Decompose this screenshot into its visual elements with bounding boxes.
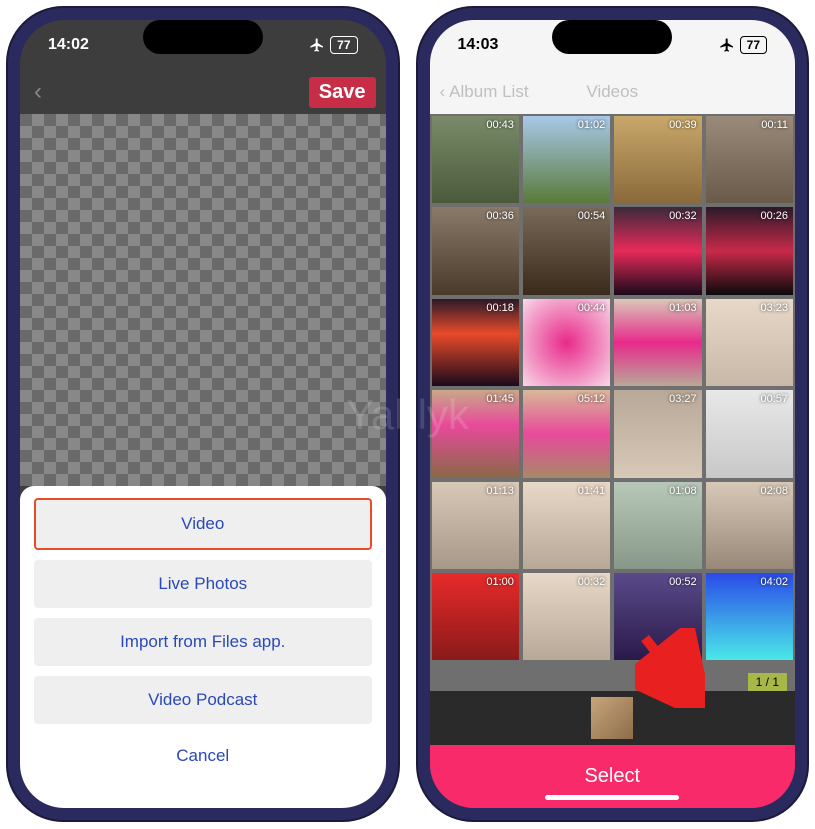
screen-video-picker: 14:03 77 ‹ Album List Videos 00:4301:020… — [430, 20, 796, 808]
video-thumbnail[interactable]: 01:45 — [432, 390, 519, 477]
video-thumbnail[interactable]: 01:13 — [432, 482, 519, 569]
chevron-left-icon: ‹ — [440, 82, 446, 102]
video-thumbnail[interactable]: 01:41 — [523, 482, 610, 569]
video-duration: 01:41 — [578, 485, 606, 497]
video-thumbnail[interactable]: 01:08 — [614, 482, 701, 569]
video-duration: 00:32 — [669, 210, 697, 222]
selection-bar: 1 / 1 — [430, 691, 796, 745]
status-right: 77 — [719, 36, 767, 54]
airplane-icon — [309, 37, 325, 53]
sheet-cancel-button[interactable]: Cancel — [34, 734, 372, 778]
video-duration: 03:27 — [669, 393, 697, 405]
sheet-option-video[interactable]: Video — [34, 498, 372, 550]
video-duration: 00:11 — [761, 119, 788, 131]
video-duration: 00:57 — [760, 393, 788, 405]
video-thumbnail[interactable]: 01:02 — [523, 116, 610, 203]
video-thumbnail[interactable]: 00:36 — [432, 207, 519, 294]
video-duration: 00:52 — [669, 576, 697, 588]
video-thumbnail[interactable]: 00:32 — [523, 573, 610, 660]
back-chevron-icon[interactable]: ‹ — [34, 78, 42, 106]
home-indicator — [545, 795, 679, 800]
video-thumbnail[interactable]: 00:32 — [614, 207, 701, 294]
nav-title: Videos — [586, 82, 638, 102]
video-thumbnail[interactable]: 00:44 — [523, 299, 610, 386]
video-duration: 01:00 — [486, 576, 514, 588]
selected-thumbnail[interactable] — [591, 697, 633, 739]
phone-right: 14:03 77 ‹ Album List Videos 00:4301:020… — [418, 8, 808, 820]
video-duration: 03:23 — [760, 302, 788, 314]
screen-editor: 14:02 77 ‹ Save Video Live Photos Import… — [20, 20, 386, 808]
nav-bar: ‹ Save — [20, 70, 386, 114]
video-thumbnail[interactable]: 01:00 — [432, 573, 519, 660]
nav-bar: ‹ Album List Videos — [430, 70, 796, 114]
dynamic-island — [552, 20, 672, 54]
video-duration: 00:18 — [486, 302, 514, 314]
transparent-canvas[interactable] — [20, 114, 386, 486]
video-thumbnail[interactable]: 00:11 — [706, 116, 793, 203]
video-duration: 00:43 — [486, 119, 514, 131]
select-button-label: Select — [584, 765, 640, 787]
select-button[interactable]: Select — [430, 745, 796, 808]
video-duration: 00:44 — [578, 302, 606, 314]
video-duration: 01:45 — [486, 393, 514, 405]
video-duration: 00:39 — [669, 119, 697, 131]
video-thumbnail[interactable]: 02:08 — [706, 482, 793, 569]
video-duration: 05:12 — [578, 393, 606, 405]
sheet-option-live-photos[interactable]: Live Photos — [34, 560, 372, 608]
video-grid-container[interactable]: 00:43 01:02 00:39 00:11 00:36 00:54 00:32 00:26… — [430, 114, 796, 691]
selection-count-badge: 1 / 1 — [748, 673, 787, 691]
video-duration: 00:26 — [760, 210, 788, 222]
video-duration: 01:08 — [669, 485, 697, 497]
back-button[interactable]: ‹ Album List — [440, 82, 529, 102]
video-thumbnail[interactable]: 01:03 — [614, 299, 701, 386]
video-thumbnail[interactable]: 00:57 — [706, 390, 793, 477]
video-thumbnail[interactable]: 00:26 — [706, 207, 793, 294]
status-time: 14:02 — [48, 36, 89, 54]
video-duration: 00:32 — [578, 576, 606, 588]
back-label: Album List — [449, 82, 528, 102]
video-duration: 02:08 — [760, 485, 788, 497]
video-thumbnail[interactable]: 00:54 — [523, 207, 610, 294]
video-thumbnail[interactable]: 00:39 — [614, 116, 701, 203]
annotation-arrow-icon — [635, 628, 705, 708]
video-thumbnail[interactable]: 00:43 — [432, 116, 519, 203]
video-thumbnail[interactable]: 03:27 — [614, 390, 701, 477]
video-duration: 04:02 — [760, 576, 788, 588]
sheet-option-import-files[interactable]: Import from Files app. — [34, 618, 372, 666]
video-thumbnail[interactable]: 04:02 — [706, 573, 793, 660]
video-duration: 00:54 — [578, 210, 606, 222]
battery-indicator: 77 — [330, 36, 357, 54]
video-duration: 01:03 — [669, 302, 697, 314]
video-thumbnail[interactable]: 00:18 — [432, 299, 519, 386]
video-grid: 00:43 01:02 00:39 00:11 00:36 00:54 00:32 00:26… — [432, 116, 794, 660]
status-right: 77 — [309, 36, 357, 54]
video-thumbnail[interactable]: 03:23 — [706, 299, 793, 386]
video-duration: 00:36 — [486, 210, 514, 222]
sheet-option-video-podcast[interactable]: Video Podcast — [34, 676, 372, 724]
airplane-icon — [719, 37, 735, 53]
battery-indicator: 77 — [740, 36, 767, 54]
video-duration: 01:13 — [486, 485, 514, 497]
phone-left: 14:02 77 ‹ Save Video Live Photos Import… — [8, 8, 398, 820]
dynamic-island — [143, 20, 263, 54]
action-sheet: Video Live Photos Import from Files app.… — [20, 486, 386, 808]
video-thumbnail[interactable]: 05:12 — [523, 390, 610, 477]
status-time: 14:03 — [458, 36, 499, 54]
save-button[interactable]: Save — [309, 77, 376, 108]
video-duration: 01:02 — [578, 119, 606, 131]
